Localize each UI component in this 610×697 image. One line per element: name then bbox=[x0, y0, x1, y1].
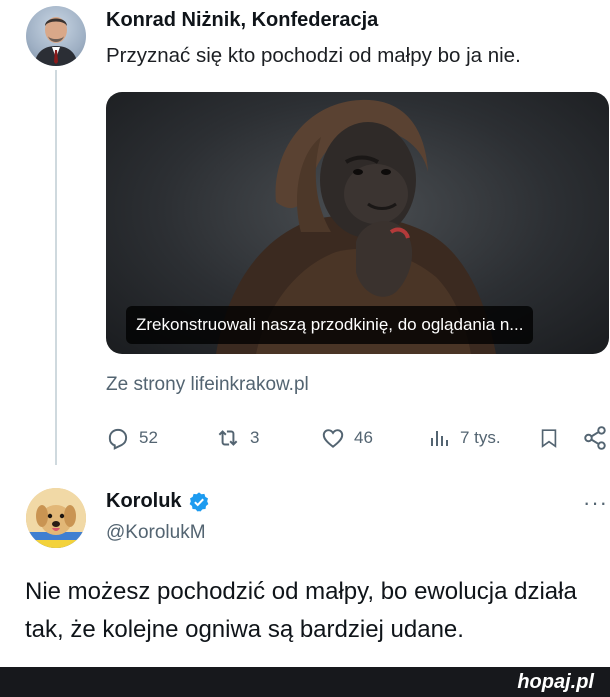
avatar-portrait-icon bbox=[34, 17, 78, 66]
reply-text: Nie możesz pochodzić od małpy, bo ewoluc… bbox=[25, 578, 577, 643]
retweet-button[interactable]: 3 bbox=[214, 425, 259, 451]
like-icon bbox=[322, 429, 344, 448]
views-icon bbox=[431, 431, 448, 446]
like-button[interactable]: 46 bbox=[320, 425, 373, 451]
tweet-author-name[interactable]: Konrad Niżnik, Konfederacja bbox=[106, 9, 378, 32]
author-avatar[interactable] bbox=[26, 6, 86, 66]
reply-count: 52 bbox=[139, 428, 158, 447]
bookmark-button[interactable] bbox=[538, 425, 560, 451]
reply-button[interactable]: 52 bbox=[105, 425, 158, 451]
reply-icon bbox=[108, 428, 128, 450]
reply-author-avatar[interactable] bbox=[26, 488, 86, 548]
like-count: 46 bbox=[354, 428, 373, 447]
link-source[interactable]: Ze strony lifeinkrakow.pl bbox=[106, 374, 309, 396]
retweet-count: 3 bbox=[250, 428, 260, 447]
dog-avatar-icon bbox=[26, 488, 86, 548]
more-options-icon[interactable]: ··· bbox=[583, 490, 608, 516]
tweet-text: Przyznać się kto pochodzi od małpy bo ja… bbox=[106, 44, 521, 67]
share-button[interactable] bbox=[582, 425, 608, 451]
views-count: 7 tys. bbox=[460, 428, 501, 447]
reply-author[interactable]: Koroluk bbox=[106, 490, 210, 513]
retweet-icon bbox=[218, 430, 238, 446]
thread-connector-line bbox=[55, 70, 57, 465]
verified-badge-icon bbox=[189, 491, 208, 512]
views-button[interactable]: 7 tys. bbox=[428, 425, 501, 451]
share-icon bbox=[584, 426, 606, 450]
reply-author-name: Koroluk bbox=[106, 490, 182, 512]
bookmark-icon bbox=[541, 429, 557, 448]
site-watermark: hopaj.pl bbox=[517, 671, 594, 693]
media-caption: Zrekonstruowali naszą przodkinię, do ogl… bbox=[126, 306, 534, 344]
reply-author-handle[interactable]: @KorolukM bbox=[106, 522, 206, 544]
